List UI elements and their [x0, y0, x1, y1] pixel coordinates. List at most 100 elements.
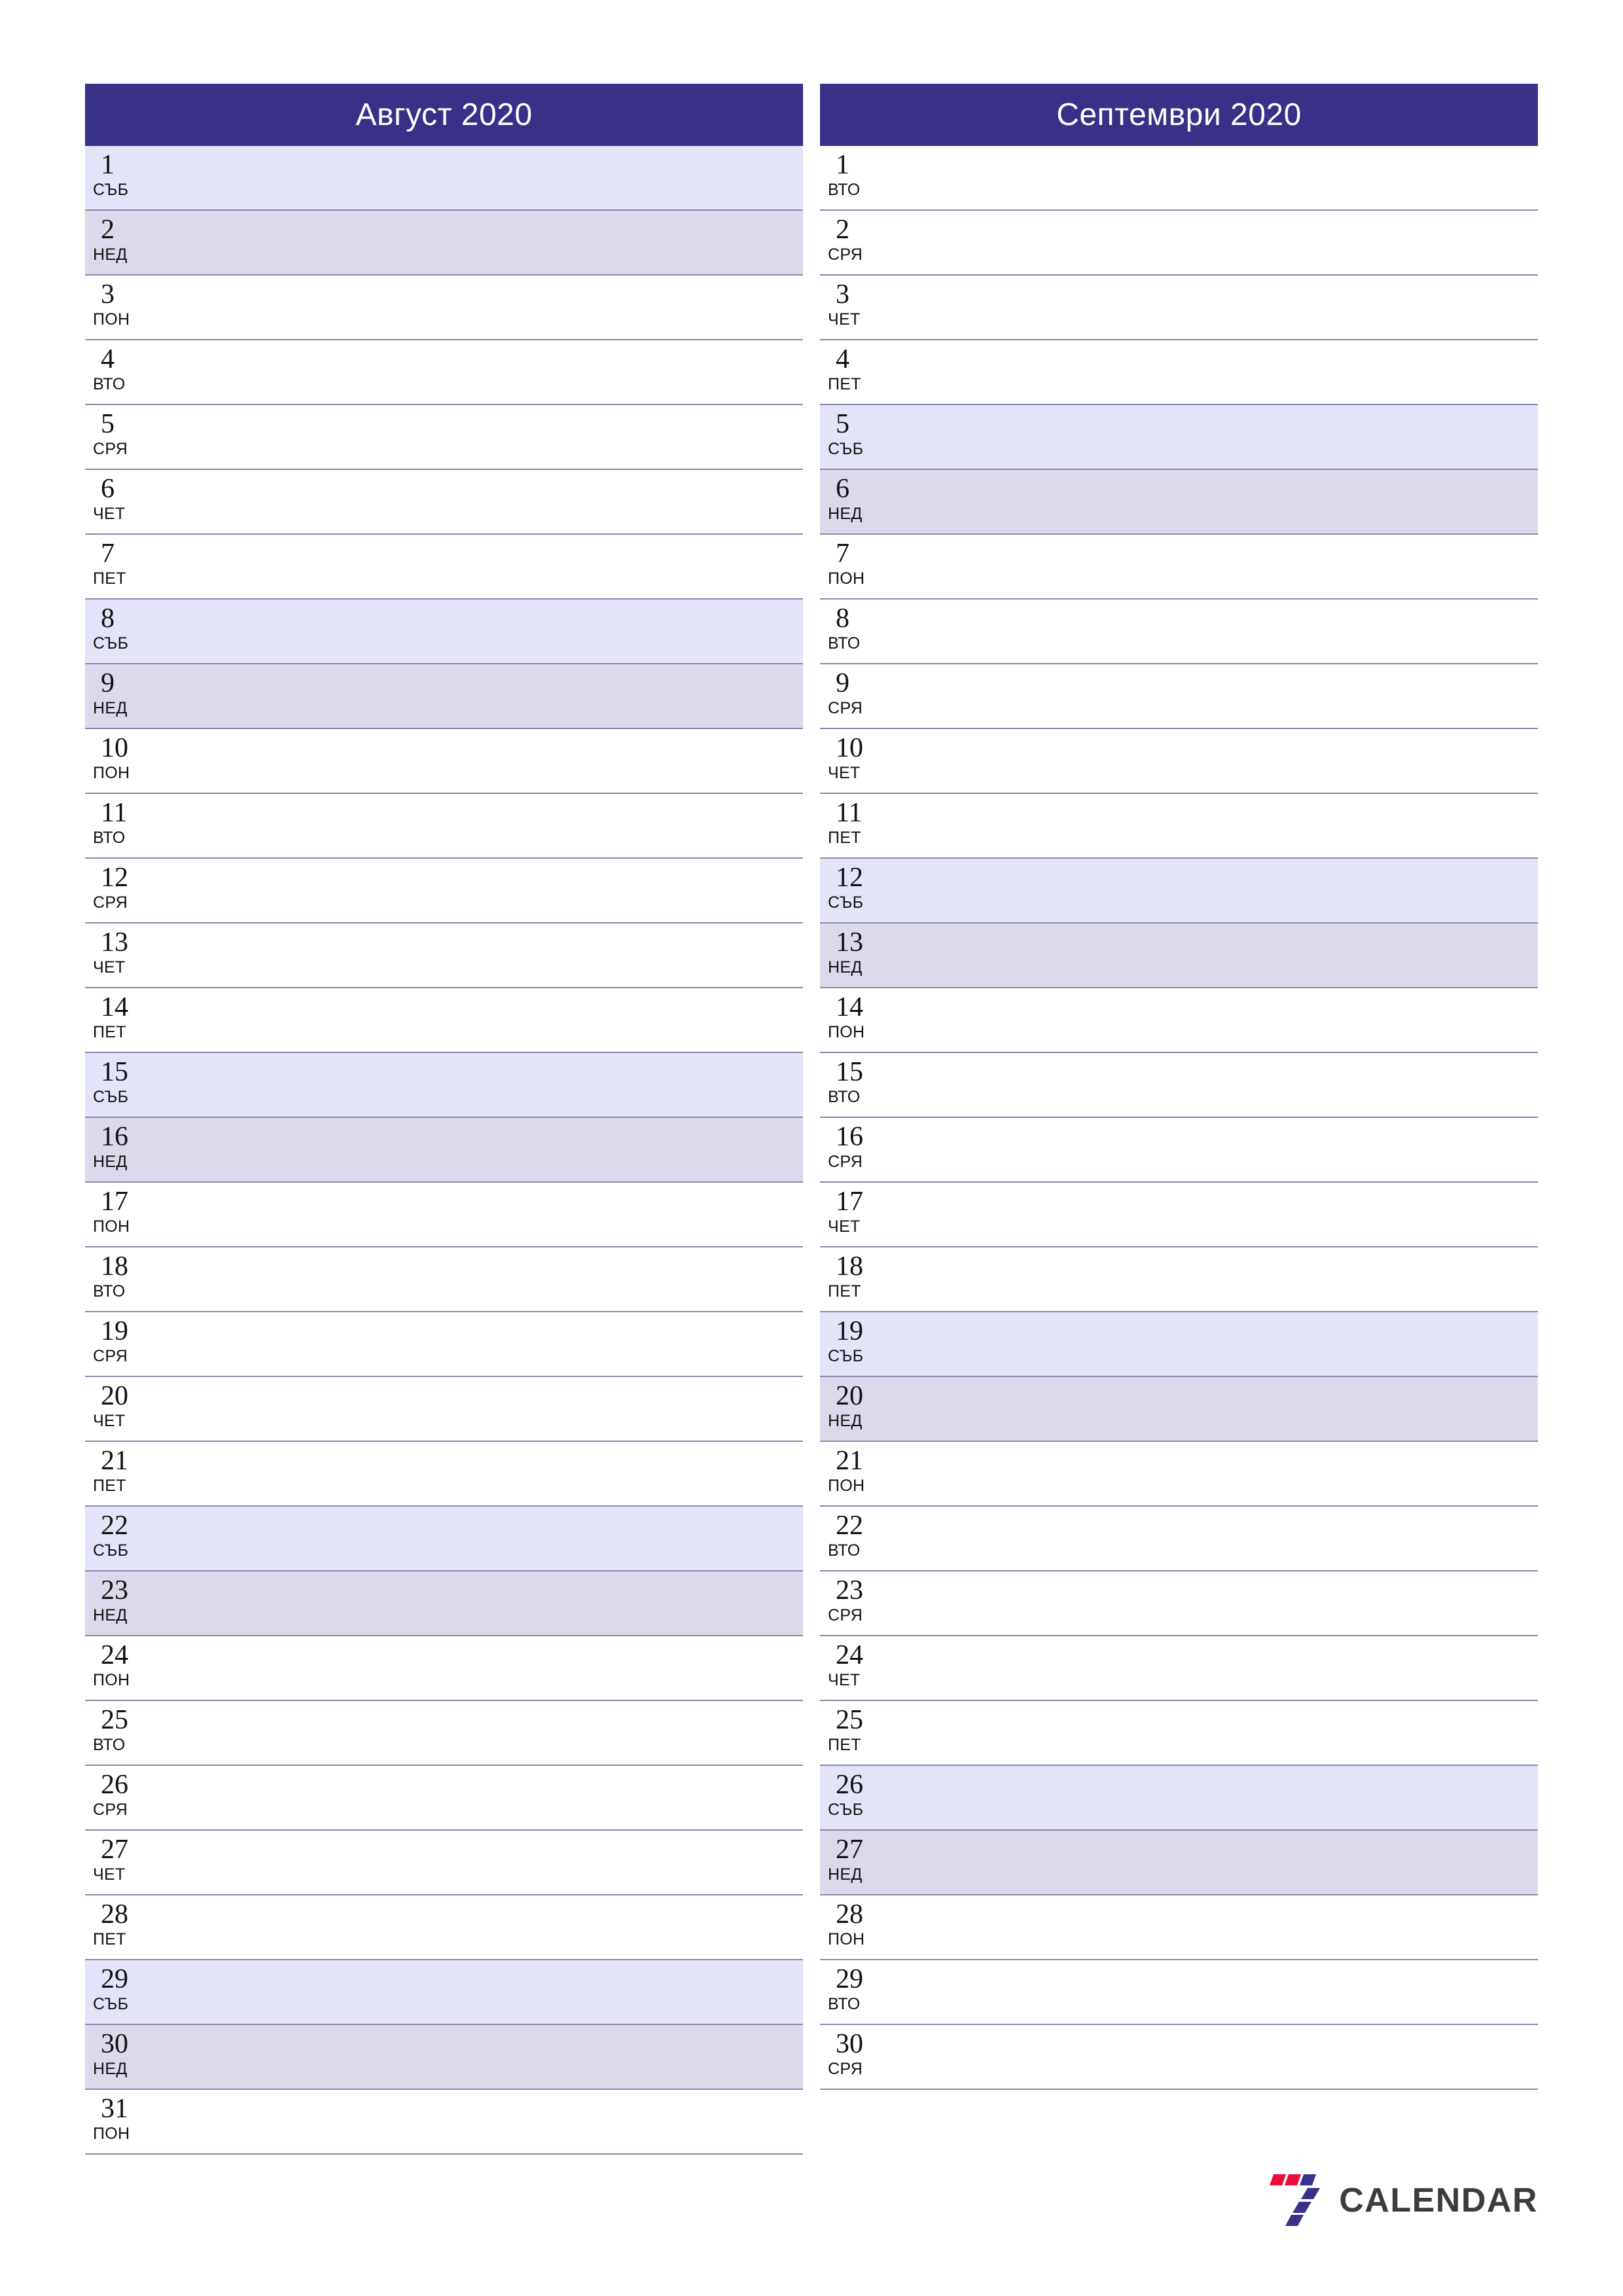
day-row[interactable]: 4 ВТО [85, 340, 803, 405]
day-number: 30 [101, 2029, 128, 2059]
day-row[interactable]: 2 НЕД [85, 211, 803, 276]
day-weekday: ПОН [93, 2125, 130, 2143]
day-row[interactable]: 6 ЧЕТ [85, 470, 803, 535]
day-row[interactable]: 11 ВТО [85, 794, 803, 859]
day-weekday: ПЕТ [828, 1282, 861, 1300]
day-row[interactable]: 24 ПОН [85, 1636, 803, 1701]
day-row[interactable]: 9 СРЯ [820, 664, 1538, 729]
day-row[interactable]: 14 ПОН [820, 988, 1538, 1053]
day-row[interactable]: 6 НЕД [820, 470, 1538, 535]
day-row[interactable]: 22 СЪБ [85, 1507, 803, 1571]
day-row[interactable]: 19 СРЯ [85, 1312, 803, 1377]
day-row[interactable]: 10 ПОН [85, 729, 803, 794]
day-row[interactable]: 8 ВТО [820, 600, 1538, 664]
day-number: 4 [836, 344, 849, 374]
day-number: 13 [836, 927, 863, 958]
day-row[interactable]: 30 НЕД [85, 2025, 803, 2090]
day-number: 2 [101, 215, 115, 245]
day-row[interactable]: 21 ПОН [820, 1442, 1538, 1507]
day-row[interactable]: 17 ЧЕТ [820, 1183, 1538, 1247]
day-row[interactable]: 23 СРЯ [820, 1571, 1538, 1636]
day-weekday: НЕД [93, 1153, 128, 1171]
day-number: 10 [836, 733, 863, 763]
day-number: 14 [101, 992, 128, 1022]
day-weekday: СРЯ [828, 1153, 863, 1171]
day-number: 21 [101, 1446, 128, 1476]
day-number: 16 [836, 1122, 863, 1152]
day-row[interactable]: 16 СРЯ [820, 1118, 1538, 1183]
day-weekday: НЕД [828, 505, 863, 523]
day-row[interactable]: 25 ПЕТ [820, 1701, 1538, 1766]
day-row[interactable]: 29 ВТО [820, 1960, 1538, 2025]
day-row[interactable]: 1 ВТО [820, 146, 1538, 211]
day-number: 15 [101, 1057, 128, 1087]
day-row[interactable]: 30 СРЯ [820, 2025, 1538, 2090]
day-row[interactable]: 24 ЧЕТ [820, 1636, 1538, 1701]
day-weekday: ПОН [93, 764, 130, 782]
day-weekday: СЪБ [93, 634, 129, 653]
day-row[interactable]: 22 ВТО [820, 1507, 1538, 1571]
day-row[interactable]: 3 ПОН [85, 276, 803, 340]
day-row[interactable]: 28 ПОН [820, 1895, 1538, 1960]
day-row[interactable]: 28 ПЕТ [85, 1895, 803, 1960]
brand-wordmark: CALENDAR [1339, 2181, 1538, 2219]
day-row[interactable]: 8 СЪБ [85, 600, 803, 664]
day-row[interactable]: 29 СЪБ [85, 1960, 803, 2025]
day-number: 25 [101, 1705, 128, 1735]
day-row[interactable]: 21 ПЕТ [85, 1442, 803, 1507]
day-weekday: СЪБ [828, 440, 864, 458]
day-row[interactable]: 13 ЧЕТ [85, 924, 803, 988]
day-row[interactable]: 12 СЪБ [820, 859, 1538, 924]
day-row[interactable]: 23 НЕД [85, 1571, 803, 1636]
day-row[interactable]: 26 СРЯ [85, 1766, 803, 1831]
day-row[interactable]: 15 СЪБ [85, 1053, 803, 1118]
day-row[interactable]: 2 СРЯ [820, 211, 1538, 276]
day-row[interactable]: 17 ПОН [85, 1183, 803, 1247]
day-weekday: НЕД [93, 699, 128, 717]
day-number: 19 [101, 1316, 128, 1346]
day-row[interactable]: 25 ВТО [85, 1701, 803, 1766]
day-row[interactable]: 7 ПОН [820, 535, 1538, 600]
day-number: 23 [101, 1575, 128, 1605]
month-header-august: Август 2020 [85, 84, 803, 146]
day-row[interactable]: 1 СЪБ [85, 146, 803, 211]
day-weekday: ПОН [828, 1930, 865, 1948]
day-weekday: ВТО [828, 1541, 861, 1560]
day-weekday: СЪБ [93, 1541, 129, 1560]
day-number: 3 [836, 279, 849, 310]
day-row[interactable]: 20 НЕД [820, 1377, 1538, 1442]
day-row[interactable]: 27 ЧЕТ [85, 1831, 803, 1895]
day-row[interactable]: 13 НЕД [820, 924, 1538, 988]
day-row[interactable]: 10 ЧЕТ [820, 729, 1538, 794]
day-number: 14 [836, 992, 863, 1022]
day-weekday: СРЯ [828, 2060, 863, 2078]
day-number: 30 [836, 2029, 863, 2059]
day-weekday: ПОН [828, 1477, 865, 1495]
day-row[interactable]: 11 ПЕТ [820, 794, 1538, 859]
day-row[interactable]: 20 ЧЕТ [85, 1377, 803, 1442]
day-row[interactable]: 18 ВТО [85, 1247, 803, 1312]
day-row[interactable]: 5 СЪБ [820, 405, 1538, 470]
day-row[interactable]: 12 СРЯ [85, 859, 803, 924]
day-row[interactable]: 4 ПЕТ [820, 340, 1538, 405]
day-row[interactable]: 19 СЪБ [820, 1312, 1538, 1377]
day-number: 26 [101, 1770, 128, 1800]
day-row[interactable]: 3 ЧЕТ [820, 276, 1538, 340]
day-row[interactable]: 5 СРЯ [85, 405, 803, 470]
day-row[interactable]: 15 ВТО [820, 1053, 1538, 1118]
day-weekday: ЧЕТ [93, 505, 126, 523]
day-number: 17 [101, 1187, 128, 1217]
day-row[interactable]: 31 ПОН [85, 2090, 803, 2155]
day-weekday: ПЕТ [828, 1736, 861, 1754]
day-row[interactable]: 18 ПЕТ [820, 1247, 1538, 1312]
day-weekday: НЕД [828, 1865, 863, 1884]
day-row[interactable]: 7 ПЕТ [85, 535, 803, 600]
day-row[interactable]: 16 НЕД [85, 1118, 803, 1183]
day-row[interactable]: 26 СЪБ [820, 1766, 1538, 1831]
day-number: 11 [101, 798, 128, 828]
day-number: 26 [836, 1770, 863, 1800]
day-row[interactable]: 27 НЕД [820, 1831, 1538, 1895]
day-weekday: СРЯ [93, 440, 128, 458]
day-row[interactable]: 9 НЕД [85, 664, 803, 729]
day-row[interactable]: 14 ПЕТ [85, 988, 803, 1053]
